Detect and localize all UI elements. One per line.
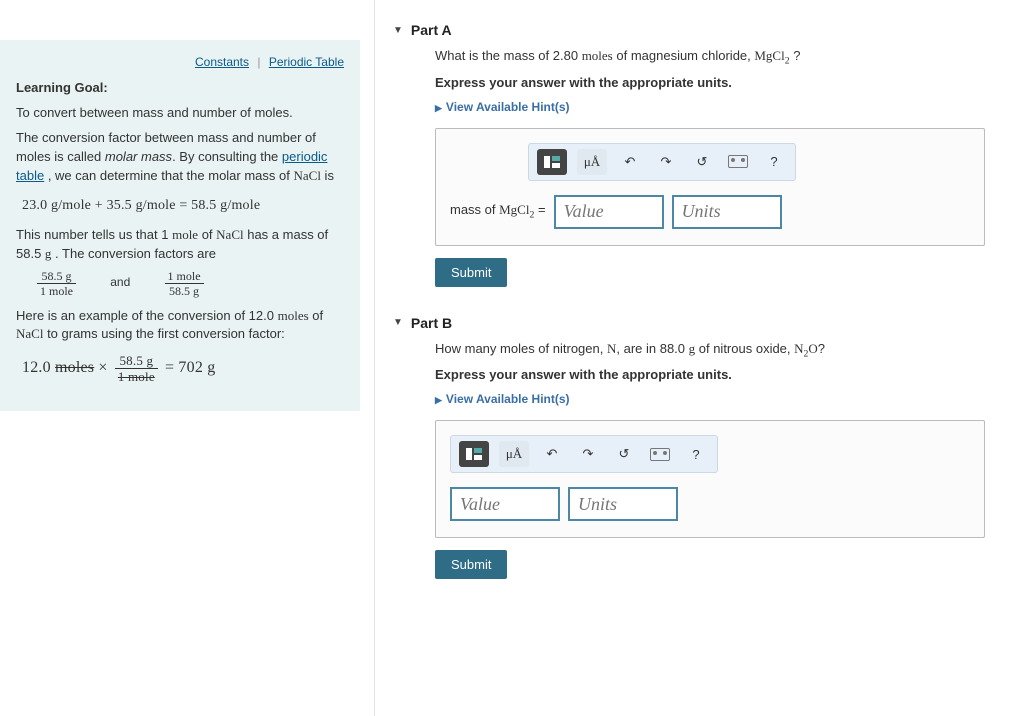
help-icon[interactable]: ?	[683, 441, 709, 467]
part-b-instruction: Express your answer with the appropriate…	[435, 367, 1016, 382]
keyboard-icon[interactable]	[725, 149, 751, 175]
part-a-hints-toggle[interactable]: View Available Hint(s)	[435, 100, 1016, 114]
molar-mass-equation: 23.0 g/mole + 35.5 g/mole = 58.5 g/mole	[22, 196, 338, 216]
constants-link[interactable]: Constants	[195, 55, 249, 69]
undo-icon[interactable]: ↶	[539, 441, 565, 467]
lg-paragraph-4: Here is an example of the conversion of …	[16, 307, 344, 345]
redo-icon[interactable]: ↷	[575, 441, 601, 467]
part-b-units-input[interactable]	[568, 487, 678, 521]
sidebar: Constants | Periodic Table Learning Goal…	[0, 0, 370, 716]
part-a: Part A What is the mass of 2.80 moles of…	[393, 16, 1016, 287]
example-equation: 12.0 moles × 58.5 g1 mole = 702 g	[22, 354, 338, 383]
chevron-down-icon	[393, 317, 403, 328]
learning-goal-box: Constants | Periodic Table Learning Goal…	[0, 40, 360, 411]
part-a-input-row: mass of MgCl2 =	[450, 195, 970, 229]
part-a-label: Part A	[411, 22, 452, 38]
vertical-divider	[374, 0, 375, 716]
reset-icon[interactable]: ↺	[689, 149, 715, 175]
lg-paragraph-2: The conversion factor between mass and n…	[16, 129, 344, 186]
reset-icon[interactable]: ↺	[611, 441, 637, 467]
part-b-question: How many moles of nitrogen, N, are in 88…	[435, 341, 1016, 360]
redo-icon[interactable]: ↷	[653, 149, 679, 175]
part-a-value-input[interactable]	[554, 195, 664, 229]
chevron-down-icon	[393, 25, 403, 36]
part-b-header[interactable]: Part B	[393, 309, 1016, 337]
part-a-instruction: Express your answer with the appropriate…	[435, 75, 1016, 90]
part-b: Part B How many moles of nitrogen, N, ar…	[393, 309, 1016, 580]
template-icon[interactable]	[537, 149, 567, 175]
part-a-header[interactable]: Part A	[393, 16, 1016, 44]
template-icon[interactable]	[459, 441, 489, 467]
link-separator: |	[257, 55, 260, 69]
periodic-table-link[interactable]: Periodic Table	[269, 55, 344, 69]
part-b-label: Part B	[411, 315, 452, 331]
learning-goal-title: Learning Goal:	[16, 79, 344, 98]
part-b-submit-button[interactable]: Submit	[435, 550, 507, 579]
part-b-hints-toggle[interactable]: View Available Hint(s)	[435, 392, 1016, 406]
part-a-toolbar: μÅ ↶ ↷ ↺ ?	[528, 143, 796, 181]
part-a-units-input[interactable]	[672, 195, 782, 229]
reference-links: Constants | Periodic Table	[16, 54, 344, 71]
lg-paragraph-1: To convert between mass and number of mo…	[16, 104, 344, 123]
part-b-toolbar: μÅ ↶ ↷ ↺ ?	[450, 435, 718, 473]
part-b-value-input[interactable]	[450, 487, 560, 521]
part-a-input-label: mass of MgCl2 =	[450, 202, 546, 221]
main-content: Part A What is the mass of 2.80 moles of…	[393, 0, 1024, 716]
conversion-factors: 58.5 g1 mole and 1 mole58.5 g	[34, 270, 344, 297]
units-button[interactable]: μÅ	[577, 149, 607, 175]
part-a-submit-button[interactable]: Submit	[435, 258, 507, 287]
part-a-question: What is the mass of 2.80 moles of magnes…	[435, 48, 1016, 67]
part-b-answer-box: μÅ ↶ ↷ ↺ ?	[435, 420, 985, 538]
help-icon[interactable]: ?	[761, 149, 787, 175]
part-b-input-row	[450, 487, 970, 521]
part-a-answer-box: μÅ ↶ ↷ ↺ ? mass of MgCl2 =	[435, 128, 985, 246]
lg-paragraph-3: This number tells us that 1 mole of NaCl…	[16, 226, 344, 264]
undo-icon[interactable]: ↶	[617, 149, 643, 175]
keyboard-icon[interactable]	[647, 441, 673, 467]
units-button[interactable]: μÅ	[499, 441, 529, 467]
